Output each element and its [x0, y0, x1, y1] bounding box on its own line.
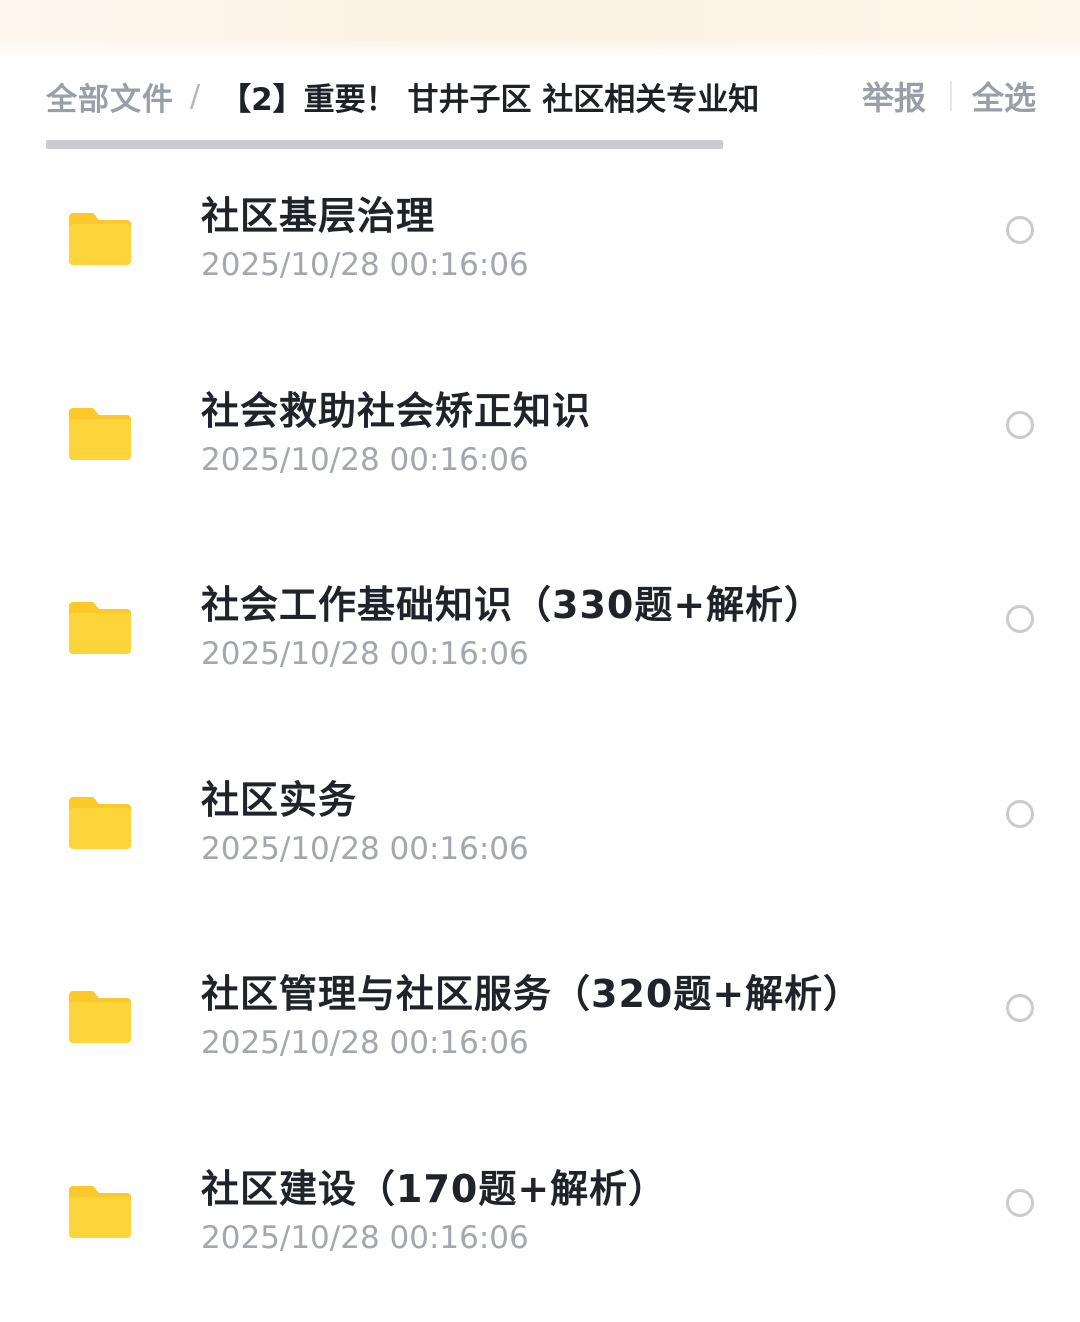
- select-all-button[interactable]: 全选: [972, 73, 1036, 119]
- file-timestamp: 2025/10/28 00:16:06: [201, 1220, 529, 1256]
- breadcrumb-current-folder: 【2】重要！ 甘井子区 社区相关专业知: [220, 74, 759, 119]
- file-name: 社区基层治理: [201, 185, 435, 240]
- select-checkbox[interactable]: [1006, 411, 1034, 439]
- breadcrumb-separator: /: [190, 79, 200, 114]
- select-checkbox[interactable]: [1006, 1189, 1034, 1217]
- breadcrumb-scrollbar[interactable]: [46, 140, 723, 149]
- list-item[interactable]: 社区实务 2025/10/28 00:16:06: [0, 739, 1080, 934]
- file-list: 社区基层治理 2025/10/28 00:16:06 社会救助社会矫正知识 20…: [0, 155, 1080, 1322]
- list-item[interactable]: 社会工作基础知识（330题+解析） 2025/10/28 00:16:06: [0, 544, 1080, 739]
- file-timestamp: 2025/10/28 00:16:06: [201, 1025, 529, 1061]
- list-item[interactable]: 社区管理与社区服务（320题+解析） 2025/10/28 00:16:06: [0, 933, 1080, 1128]
- folder-icon: [69, 795, 131, 849]
- header-actions: 举报 全选: [862, 64, 1036, 128]
- file-name: 社会工作基础知识（330题+解析）: [201, 574, 823, 629]
- folder-icon: [69, 989, 131, 1043]
- header-bar: 全部文件 / 【2】重要！ 甘井子区 社区相关专业知 举报 全选: [46, 64, 1036, 128]
- file-timestamp: 2025/10/28 00:16:06: [201, 247, 529, 283]
- file-timestamp: 2025/10/28 00:16:06: [201, 636, 529, 672]
- select-checkbox[interactable]: [1006, 216, 1034, 244]
- folder-icon: [69, 600, 131, 654]
- breadcrumb-root[interactable]: 全部文件: [46, 74, 174, 119]
- file-name: 社区管理与社区服务（320题+解析）: [201, 963, 862, 1018]
- folder-icon: [69, 211, 131, 265]
- select-checkbox[interactable]: [1006, 994, 1034, 1022]
- file-name: 社会救助社会矫正知识: [201, 380, 591, 435]
- list-item[interactable]: 社区基层治理 2025/10/28 00:16:06: [0, 155, 1080, 350]
- file-timestamp: 2025/10/28 00:16:06: [201, 442, 529, 478]
- report-button[interactable]: 举报: [862, 73, 926, 119]
- select-checkbox[interactable]: [1006, 605, 1034, 633]
- select-checkbox[interactable]: [1006, 800, 1034, 828]
- file-name: 社区建设（170题+解析）: [201, 1158, 667, 1213]
- list-item[interactable]: 社会救助社会矫正知识 2025/10/28 00:16:06: [0, 350, 1080, 545]
- folder-icon: [69, 406, 131, 460]
- file-timestamp: 2025/10/28 00:16:06: [201, 831, 529, 867]
- file-name: 社区实务: [201, 769, 357, 824]
- folder-icon: [69, 1184, 131, 1238]
- action-divider: [950, 81, 952, 111]
- top-gradient: [0, 0, 1080, 60]
- list-item[interactable]: 社区建设（170题+解析） 2025/10/28 00:16:06: [0, 1128, 1080, 1322]
- breadcrumb[interactable]: 全部文件 / 【2】重要！ 甘井子区 社区相关专业知: [46, 64, 764, 128]
